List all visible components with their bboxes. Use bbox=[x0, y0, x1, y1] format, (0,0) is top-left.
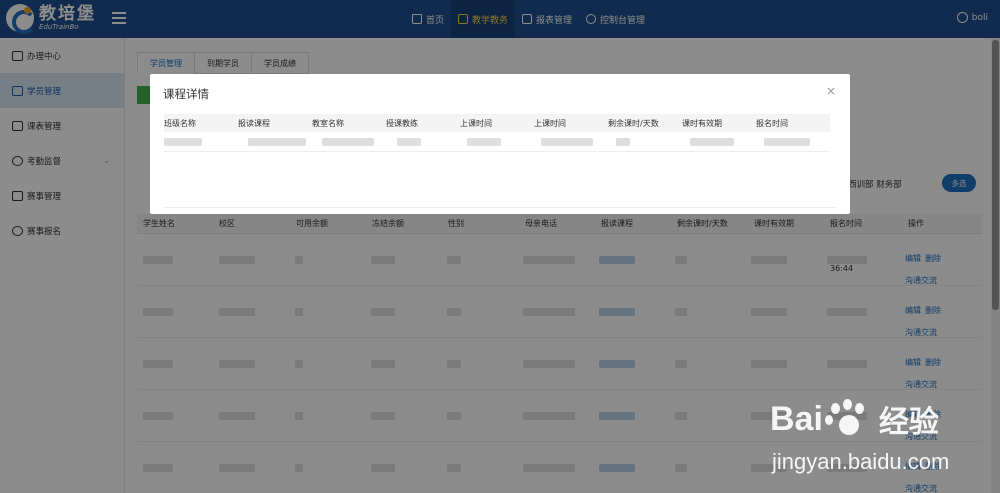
modal-title: 课程详情 bbox=[163, 87, 209, 101]
column-header: 报名时间 bbox=[756, 118, 788, 128]
modal-divider bbox=[164, 207, 836, 208]
watermark-url: jingyan.baidu.com bbox=[772, 449, 950, 474]
redacted-cell bbox=[322, 138, 374, 146]
column-header: 课时有效期 bbox=[682, 118, 722, 128]
redacted-cell bbox=[764, 138, 810, 146]
table-header: 班级名称 报读课程 教室名称 授课教练 上课时间 上课时间 剩余课时/天数 课时… bbox=[164, 114, 830, 132]
redacted-cell bbox=[164, 138, 202, 146]
column-header: 上课时间 bbox=[460, 118, 492, 128]
table-row bbox=[164, 132, 830, 152]
watermark-cn: 经验 bbox=[878, 405, 939, 440]
column-header: 剩余课时/天数 bbox=[608, 118, 659, 128]
column-header: 班级名称 bbox=[164, 118, 196, 128]
course-detail-table: 班级名称 报读课程 教室名称 授课教练 上课时间 上课时间 剩余课时/天数 课时… bbox=[164, 114, 830, 152]
column-header: 上课时间 bbox=[534, 118, 566, 128]
redacted-cell bbox=[541, 138, 593, 146]
redacted-cell bbox=[397, 138, 421, 146]
close-icon[interactable]: × bbox=[826, 84, 836, 98]
course-detail-modal: 课程详情 × 班级名称 报读课程 教室名称 授课教练 上课时间 上课时间 剩余课… bbox=[150, 74, 850, 214]
paw-icon bbox=[824, 399, 871, 439]
redacted-cell bbox=[248, 138, 306, 146]
baidu-watermark: Bai 经验 jingyan.baidu.com bbox=[770, 385, 995, 490]
column-header: 教室名称 bbox=[312, 118, 344, 128]
column-header: 授课教练 bbox=[386, 118, 418, 128]
redacted-cell bbox=[616, 138, 630, 146]
redacted-cell bbox=[690, 138, 734, 146]
watermark-brand: Bai bbox=[770, 399, 823, 438]
redacted-cell bbox=[467, 138, 501, 146]
column-header: 报读课程 bbox=[238, 118, 270, 128]
